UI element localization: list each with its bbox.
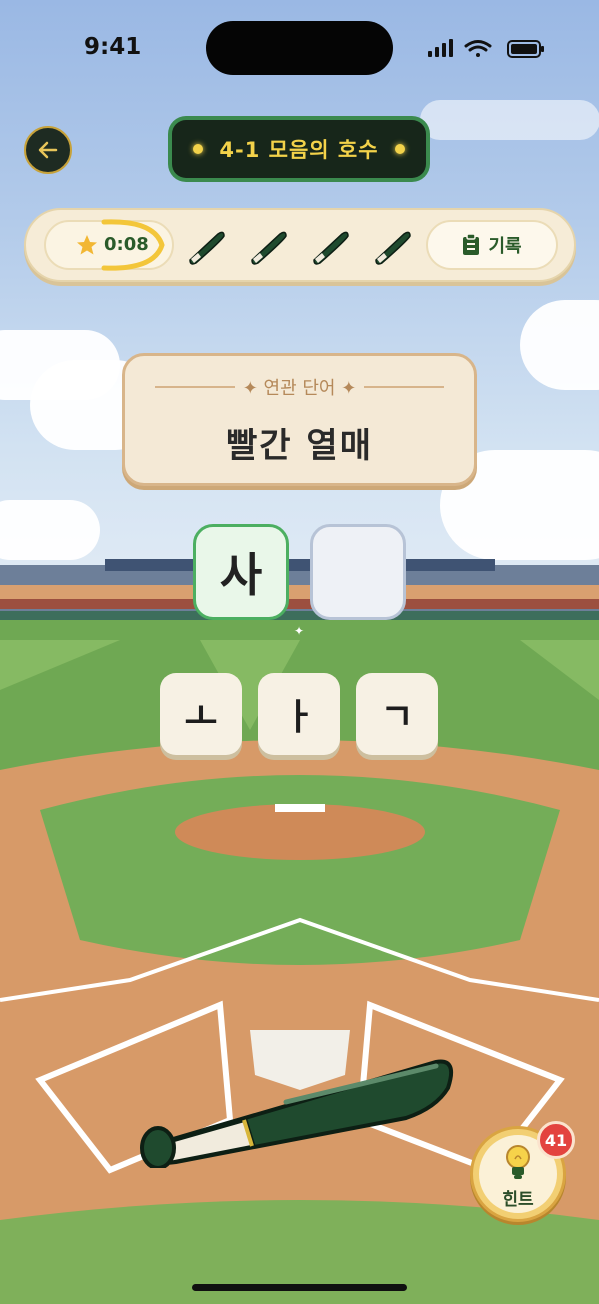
hint-count: 41 xyxy=(544,1130,568,1150)
bat-life-icon xyxy=(189,231,225,265)
jamo-tile[interactable]: ㅏ xyxy=(258,673,340,755)
jamo-tile-char: ㅏ xyxy=(282,697,316,738)
back-button[interactable] xyxy=(24,126,72,174)
related-word-card: ✦ 연관 단어 ✦ 빨간 열매 xyxy=(122,353,477,486)
bat-life-icon xyxy=(251,231,287,265)
cellular-signal-icon xyxy=(428,39,453,57)
hud-bar: 0:08 기록 xyxy=(24,208,576,282)
jamo-tile-char: ㄱ xyxy=(380,697,414,738)
hint-label: 힌트 xyxy=(502,1190,534,1210)
wifi-icon xyxy=(464,40,492,57)
record-button[interactable]: 기록 xyxy=(426,220,558,270)
baseball-bat-graphic xyxy=(140,1059,453,1168)
status-icons xyxy=(428,39,544,58)
sparkle-icon: ✦ xyxy=(294,624,305,638)
jamo-tile-char: ㅗ xyxy=(184,697,218,738)
hint-count-badge: 41 xyxy=(537,1121,575,1159)
arrow-left-icon xyxy=(38,141,58,159)
status-bar: 9:41 xyxy=(0,0,599,96)
cloud xyxy=(420,100,599,140)
lightbulb-icon xyxy=(506,1145,530,1179)
title-dot xyxy=(394,144,405,154)
cloud xyxy=(0,500,100,560)
timer-progress-arc xyxy=(101,219,165,271)
title-dot xyxy=(193,144,204,154)
jamo-tile[interactable]: ㅗ xyxy=(160,673,242,755)
divider xyxy=(364,386,444,388)
answer-slot-2[interactable] xyxy=(310,524,406,620)
battery-icon xyxy=(507,40,544,58)
clipboard-icon xyxy=(463,234,480,255)
stadium-stands xyxy=(0,559,599,625)
bat-life-icon xyxy=(313,231,349,265)
home-indicator xyxy=(192,1284,407,1291)
status-time: 9:41 xyxy=(84,34,142,60)
bat-life-icon xyxy=(375,231,411,265)
star-icon xyxy=(77,235,97,255)
answer-slot-1[interactable]: 사 xyxy=(193,524,289,620)
game-screen: 9:41 4-1 모음의 호수 0:08 기록 ✦ 연관 단어 ✦ 빨간 열매 … xyxy=(0,0,599,1304)
related-word: 빨간 열매 xyxy=(226,426,373,466)
jamo-tile[interactable]: ㄱ xyxy=(356,673,438,755)
stage-title-banner: 4-1 모음의 호수 xyxy=(168,116,430,182)
answer-slot-1-char: 사 xyxy=(219,548,263,602)
record-label: 기록 xyxy=(488,236,522,257)
stage-title: 4-1 모음의 호수 xyxy=(219,138,379,162)
dynamic-island xyxy=(206,21,393,75)
